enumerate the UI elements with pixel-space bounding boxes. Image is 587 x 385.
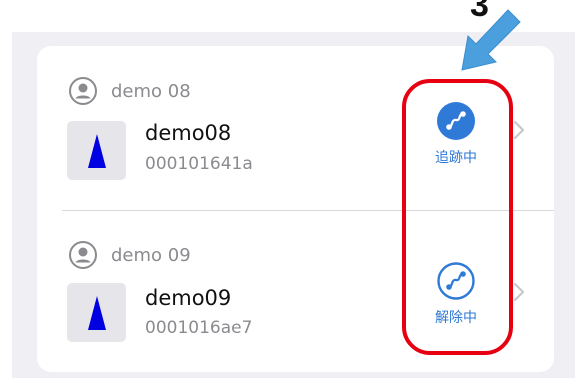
- device-id: 000101641a: [145, 154, 253, 174]
- person-icon: [69, 241, 97, 269]
- device-name: demo09: [145, 286, 232, 310]
- owner-row: demo 08: [68, 76, 191, 106]
- chevron-right-icon[interactable]: [512, 120, 526, 140]
- marker-icon: [87, 133, 106, 168]
- step-number: 3: [470, 0, 489, 24]
- highlight-box: [402, 79, 513, 355]
- device-name: demo08: [145, 121, 232, 145]
- pointer-arrow-icon: [461, 9, 521, 71]
- person-icon: [69, 77, 97, 105]
- marker-icon: [87, 295, 106, 330]
- device-thumbnail: [67, 121, 126, 180]
- owner-name: demo 09: [111, 244, 191, 266]
- device-thumbnail: [67, 283, 126, 342]
- chevron-right-icon[interactable]: [512, 282, 526, 302]
- owner-row: demo 09: [68, 240, 191, 270]
- owner-name: demo 08: [111, 80, 191, 102]
- device-id: 0001016ae7: [145, 318, 253, 338]
